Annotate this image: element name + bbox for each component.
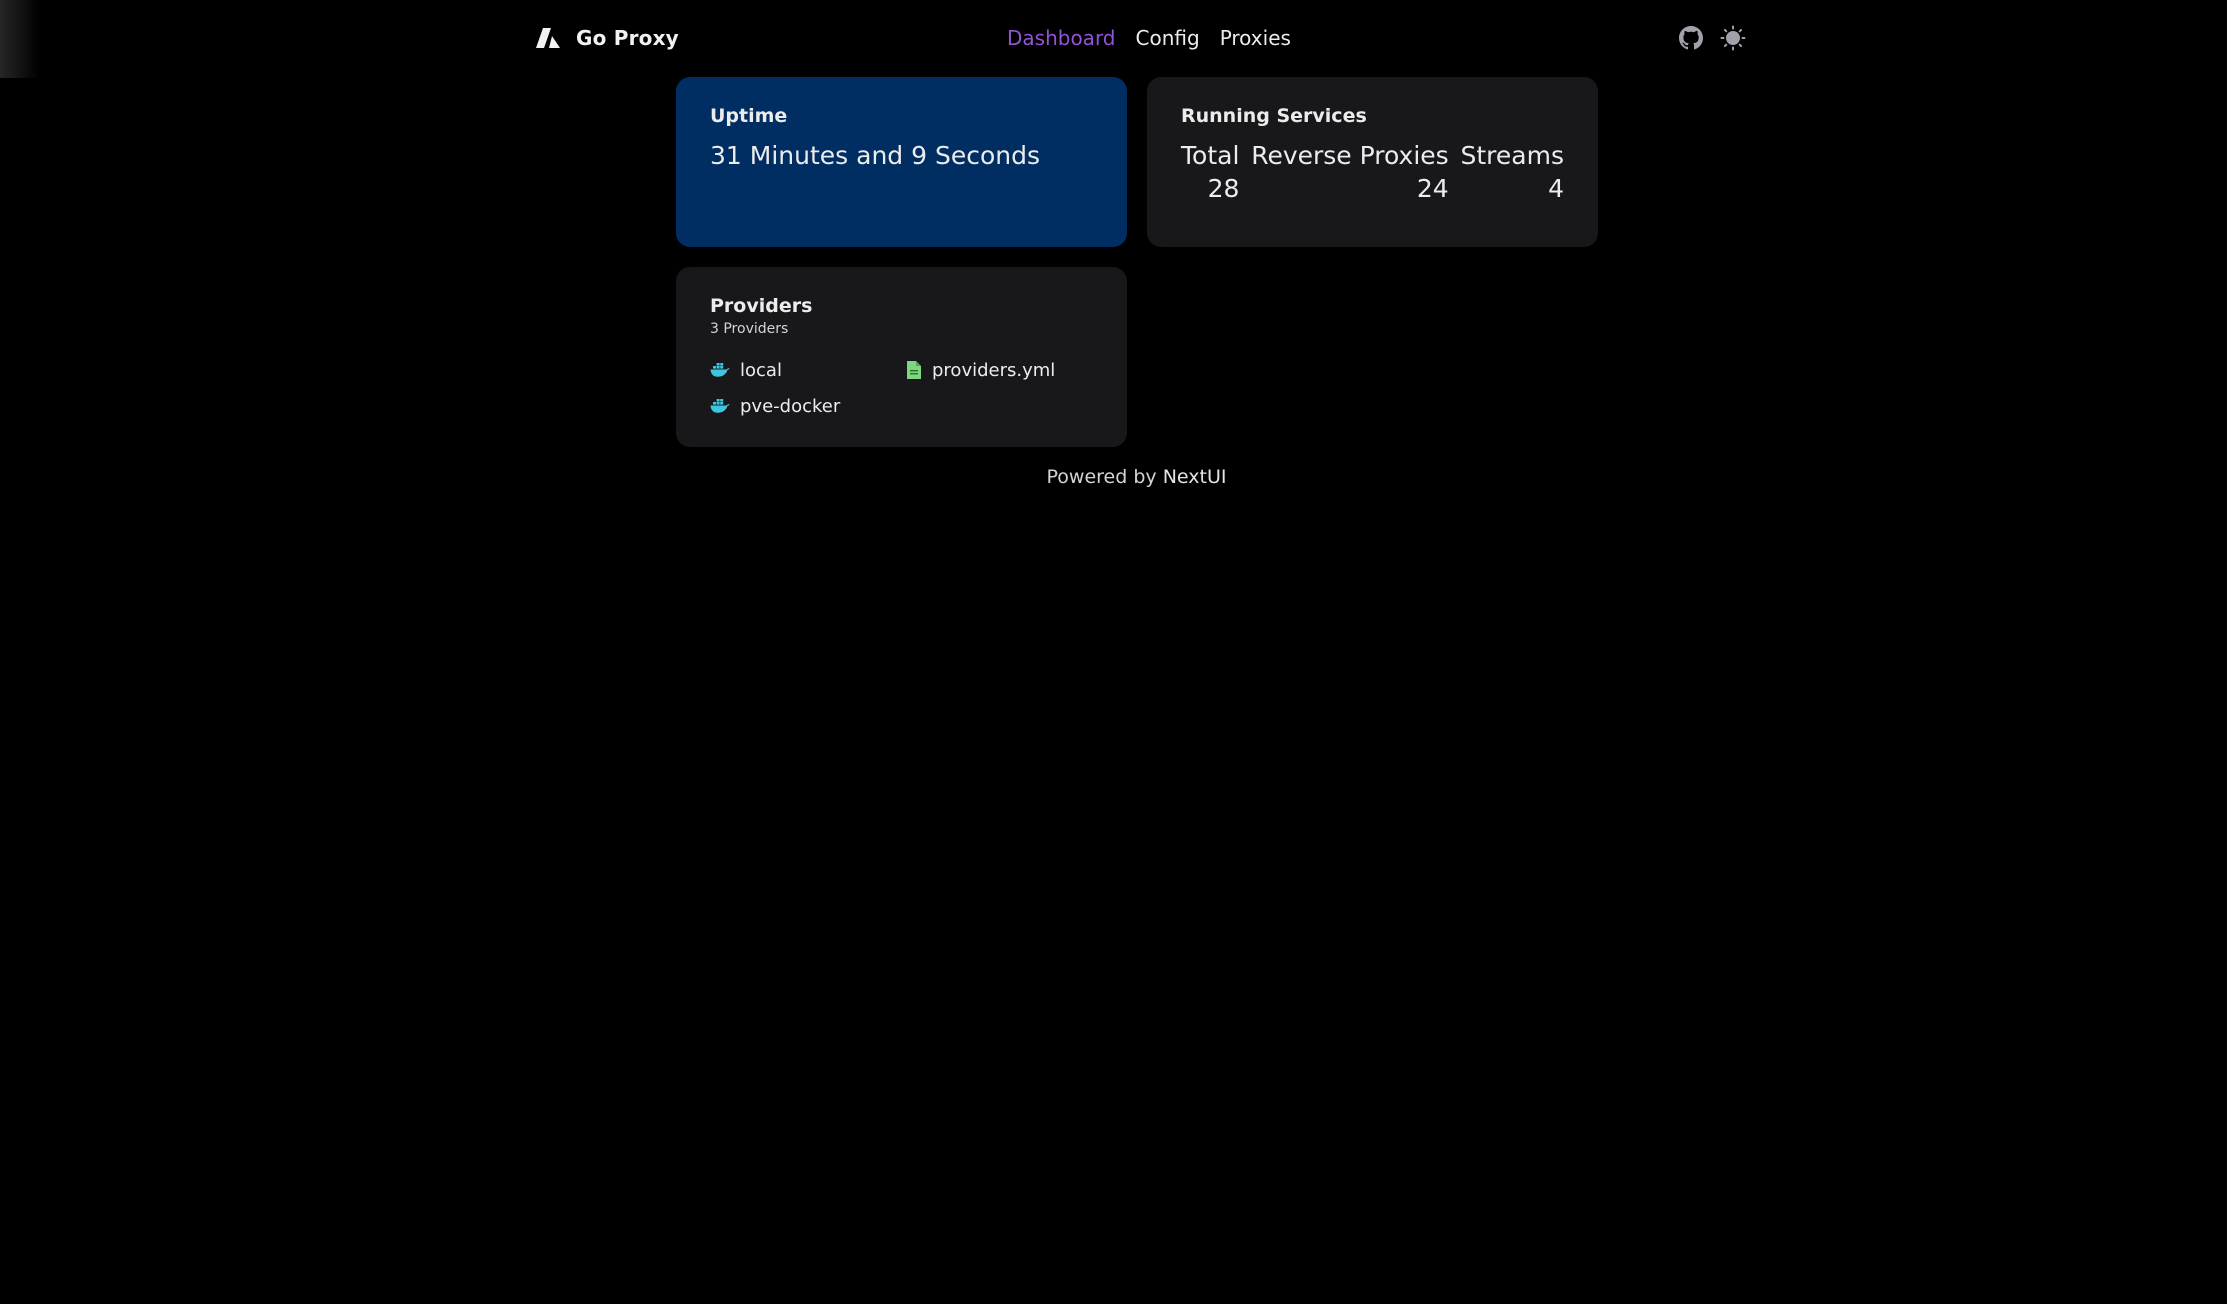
provider-local[interactable]: local xyxy=(710,359,906,381)
stat-total: Total 28 xyxy=(1181,141,1239,203)
providers-list: local providers.yml pve-docker xyxy=(710,359,1093,417)
brand-logo-icon xyxy=(536,28,560,48)
footer: Powered by NextUI xyxy=(0,466,2227,488)
nav-link-dashboard[interactable]: Dashboard xyxy=(1007,26,1116,50)
stat-total-value: 28 xyxy=(1207,174,1240,203)
uptime-card: Uptime 31 Minutes and 9 Seconds xyxy=(676,77,1127,247)
footer-prefix: Powered by xyxy=(1046,466,1157,488)
providers-card: Providers 3 Providers local providers.ym… xyxy=(676,267,1127,447)
stat-streams: Streams 4 xyxy=(1461,141,1564,203)
running-services-title: Running Services xyxy=(1181,105,1367,127)
uptime-value: 31 Minutes and 9 Seconds xyxy=(710,141,1040,170)
running-services-card: Running Services Total 28 Reverse Proxie… xyxy=(1147,77,1598,247)
stat-reverse-proxies-value: 24 xyxy=(1416,174,1449,203)
provider-local-name: local xyxy=(740,359,782,381)
brand[interactable]: Go Proxy xyxy=(534,22,679,54)
stat-streams-value: 4 xyxy=(1548,174,1564,203)
navbar: Go Proxy Dashboard Config Proxies xyxy=(0,0,2227,76)
stat-reverse-proxies: Reverse Proxies 24 xyxy=(1251,141,1448,203)
footer-nextui-link[interactable]: NextUI xyxy=(1163,466,1227,488)
nav-link-config[interactable]: Config xyxy=(1136,26,1200,50)
nav-links: Dashboard Config Proxies xyxy=(1007,22,1291,54)
stat-total-label: Total xyxy=(1181,141,1240,170)
provider-providers-yml-name: providers.yml xyxy=(932,359,1056,381)
docker-icon xyxy=(710,363,730,377)
services-stats: Total 28 Reverse Proxies 24 Streams 4 xyxy=(1181,141,1564,203)
providers-count: 3 Providers xyxy=(710,321,789,337)
uptime-title: Uptime xyxy=(710,105,788,127)
page: Go Proxy Dashboard Config Proxies Uptime… xyxy=(0,0,2227,1304)
brand-name: Go Proxy xyxy=(576,26,679,50)
github-icon xyxy=(1679,26,1703,50)
stat-reverse-proxies-label: Reverse Proxies xyxy=(1251,141,1449,170)
docker-icon xyxy=(710,399,730,413)
sun-icon xyxy=(1720,25,1746,51)
providers-title: Providers xyxy=(710,295,813,317)
nav-icons xyxy=(1678,22,1746,54)
stat-streams-label: Streams xyxy=(1460,141,1564,170)
provider-pve-docker[interactable]: pve-docker xyxy=(710,395,906,417)
github-link[interactable] xyxy=(1678,25,1704,51)
file-icon xyxy=(907,361,921,379)
theme-toggle[interactable] xyxy=(1720,25,1746,51)
provider-providers-yml[interactable]: providers.yml xyxy=(906,359,1102,381)
provider-pve-docker-name: pve-docker xyxy=(740,395,841,417)
nav-link-proxies[interactable]: Proxies xyxy=(1220,26,1291,50)
